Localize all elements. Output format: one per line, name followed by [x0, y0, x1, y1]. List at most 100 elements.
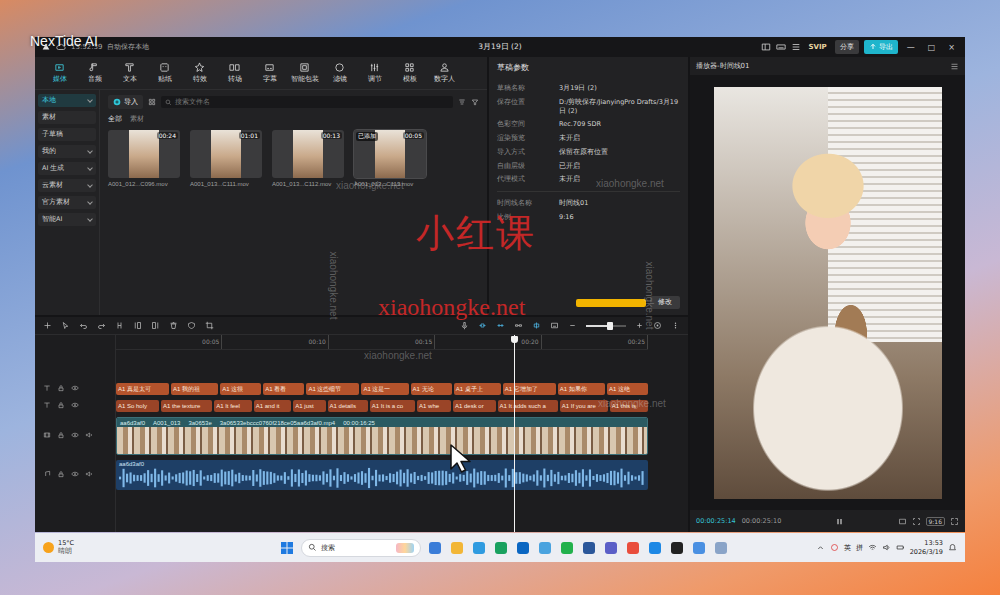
- more-icon[interactable]: [671, 321, 680, 330]
- quality-icon[interactable]: [898, 517, 907, 526]
- text-clip[interactable]: A1 and it: [254, 400, 292, 412]
- auto-snap-icon[interactable]: [496, 321, 505, 330]
- pause-icon[interactable]: [835, 517, 844, 526]
- zoom-in-icon[interactable]: [635, 321, 644, 330]
- windows-start-icon[interactable]: [279, 540, 295, 556]
- main-track-link-icon[interactable]: [478, 321, 487, 330]
- layout-icon[interactable]: [761, 42, 771, 52]
- shield-icon[interactable]: [187, 321, 196, 330]
- toolbar-item[interactable]: 音频: [78, 62, 111, 84]
- taskbar-app-icon[interactable]: [647, 540, 663, 556]
- toolbar-item[interactable]: 调节: [358, 62, 391, 84]
- playhead[interactable]: [514, 335, 515, 532]
- text-clip[interactable]: A1 details: [328, 400, 368, 412]
- sidebar-item[interactable]: 云素材: [38, 179, 96, 192]
- fullscreen-icon[interactable]: [950, 517, 959, 526]
- text-clip[interactable]: A1 我的祖: [171, 383, 218, 395]
- audio-clip[interactable]: aa6d3af0: [116, 460, 648, 490]
- taskbar-app-icon[interactable]: [713, 540, 729, 556]
- toolbar-item[interactable]: 文本: [113, 62, 146, 84]
- input-method[interactable]: 拼: [856, 543, 863, 553]
- taskbar-app-icon[interactable]: [537, 540, 553, 556]
- preview-axis-icon[interactable]: [532, 321, 541, 330]
- media-clip[interactable]: 00:13A001_013...C112.mov: [272, 130, 344, 187]
- taskbar-app-icon[interactable]: [493, 540, 509, 556]
- taskbar-app-icon[interactable]: [603, 540, 619, 556]
- sidebar-item[interactable]: 本地: [38, 94, 96, 107]
- text-clip[interactable]: A1 这是一: [361, 383, 408, 395]
- text-clip[interactable]: A1 just: [293, 400, 325, 412]
- zoom-knob[interactable]: [607, 322, 613, 330]
- caption-icon[interactable]: [550, 321, 559, 330]
- grid-view-icon[interactable]: [148, 98, 156, 106]
- sidebar-item[interactable]: 智能AI: [38, 213, 96, 226]
- redo-icon[interactable]: [97, 321, 106, 330]
- share-button[interactable]: 分享: [835, 40, 859, 54]
- text-clip[interactable]: A1 这绝: [607, 383, 648, 395]
- text-clip[interactable]: A1 whe: [417, 400, 451, 412]
- battery-icon[interactable]: [896, 543, 905, 552]
- keyboard-icon[interactable]: [776, 42, 786, 52]
- split-right-icon[interactable]: [151, 321, 160, 330]
- cloud-sync-icon[interactable]: [830, 543, 839, 552]
- text-clip[interactable]: A1 the texture: [161, 400, 212, 412]
- toolbar-item[interactable]: 媒体: [43, 62, 76, 84]
- filter-tab[interactable]: 全部: [108, 115, 122, 124]
- media-clip[interactable]: 00:24A001_012...C096.mov: [108, 130, 180, 187]
- sidebar-item[interactable]: 素材: [38, 111, 96, 124]
- text-clip[interactable]: A1 So holy: [116, 400, 159, 412]
- eye-icon[interactable]: [71, 431, 79, 439]
- split-left-icon[interactable]: [133, 321, 142, 330]
- text-clip[interactable]: A1 它增加了: [503, 383, 556, 395]
- text-clip[interactable]: A1 desk or: [453, 400, 496, 412]
- lock-icon[interactable]: [57, 384, 65, 392]
- lock-icon[interactable]: [57, 470, 65, 478]
- taskbar-app-icon[interactable]: [559, 540, 575, 556]
- lock-icon[interactable]: [57, 431, 65, 439]
- search-field[interactable]: 搜索文件名: [161, 96, 453, 108]
- eye-icon[interactable]: [71, 384, 79, 392]
- taskbar-app-icon[interactable]: [625, 540, 641, 556]
- zoom-slider[interactable]: [586, 325, 626, 327]
- ratio-button[interactable]: 9:16: [926, 517, 945, 526]
- wifi-icon[interactable]: [868, 543, 877, 552]
- sidebar-item[interactable]: 子草稿: [38, 128, 96, 141]
- notification-icon[interactable]: [948, 543, 957, 552]
- eye-icon[interactable]: [71, 401, 79, 409]
- weather-widget[interactable]: 15°C晴朗: [43, 540, 193, 556]
- input-method[interactable]: 英: [844, 543, 851, 553]
- import-button[interactable]: 导入: [108, 95, 143, 109]
- text-clip[interactable]: A1 如果你: [558, 383, 605, 395]
- text-clip[interactable]: A1 看看: [263, 383, 304, 395]
- delete-icon[interactable]: [169, 321, 178, 330]
- microphone-icon[interactable]: [460, 321, 469, 330]
- export-button[interactable]: 导出: [864, 40, 898, 54]
- svip-badge[interactable]: SVIP: [806, 42, 830, 52]
- toolbar-item[interactable]: 转场: [218, 62, 251, 84]
- select-tool-icon[interactable]: [61, 321, 70, 330]
- text-clip[interactable]: A1 桌子上: [454, 383, 501, 395]
- menu-icon[interactable]: [950, 62, 959, 71]
- sidebar-item[interactable]: 我的: [38, 145, 96, 158]
- toolbar-item[interactable]: 特效: [183, 62, 216, 84]
- crop-icon[interactable]: [205, 321, 214, 330]
- filter-icon[interactable]: [471, 98, 479, 106]
- sidebar-item[interactable]: AI 生成: [38, 162, 96, 175]
- window-control[interactable]: □: [924, 43, 940, 52]
- split-icon[interactable]: [115, 321, 124, 330]
- fit-screen-icon[interactable]: [912, 517, 921, 526]
- taskbar-search[interactable]: 搜索: [301, 539, 421, 557]
- toolbar-item[interactable]: 字幕: [253, 62, 286, 84]
- toolbar-item[interactable]: 贴纸: [148, 62, 181, 84]
- taskbar-app-icon[interactable]: [427, 540, 443, 556]
- text-clip[interactable]: A1 It is a co: [370, 400, 415, 412]
- clock[interactable]: 13:532026/3/19: [910, 539, 943, 555]
- lock-icon[interactable]: [57, 401, 65, 409]
- media-clip[interactable]: 01:01A001_013...C111.mov: [190, 130, 262, 187]
- taskbar-app-icon[interactable]: [691, 540, 707, 556]
- toolbar-item[interactable]: 滤镜: [323, 62, 356, 84]
- window-control[interactable]: —: [903, 43, 919, 52]
- toolbar-item[interactable]: 数字人: [428, 62, 461, 84]
- media-clip[interactable]: 已添加00:05A001_013...C113.mov: [354, 130, 426, 187]
- zoom-out-icon[interactable]: [568, 321, 577, 330]
